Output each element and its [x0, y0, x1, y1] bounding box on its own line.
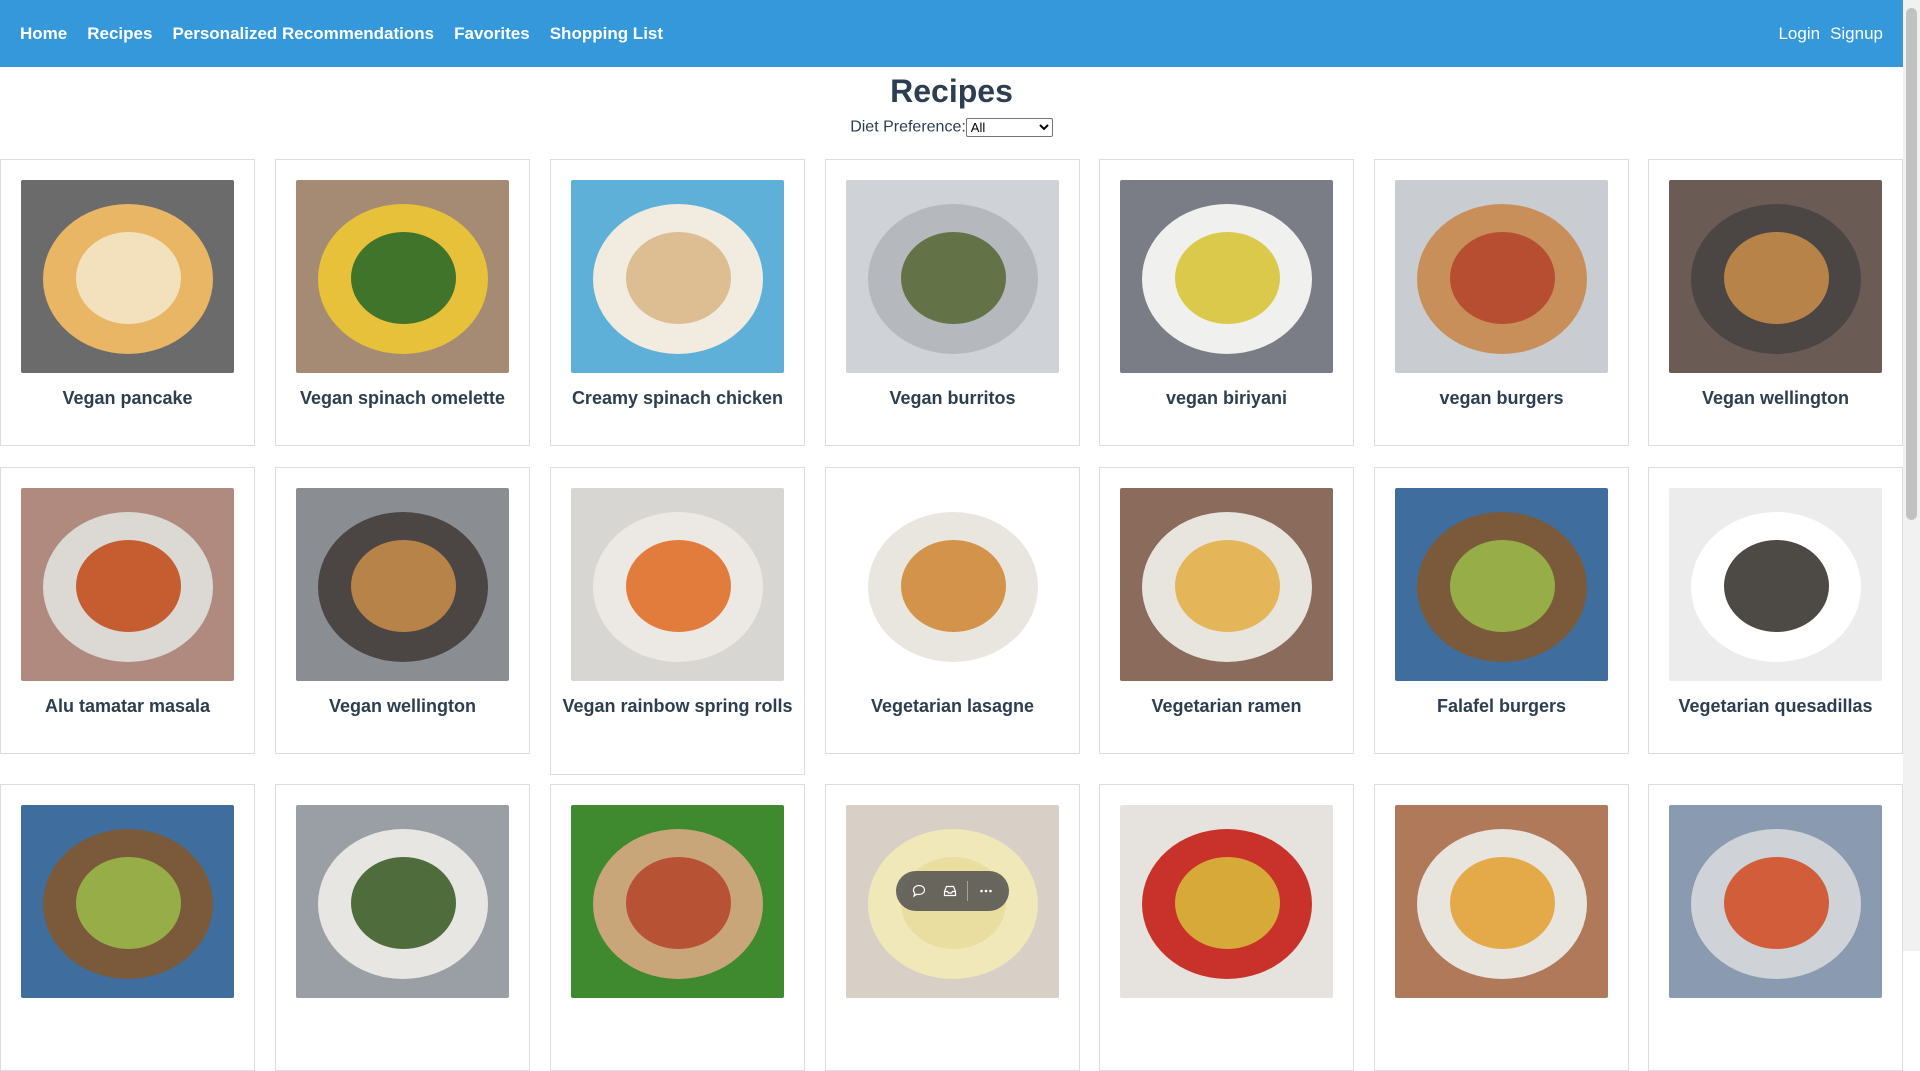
recipe-card[interactable]: [1374, 784, 1629, 1071]
recipe-image: [1395, 805, 1608, 998]
recipe-card[interactable]: Vegetarian lasagne: [825, 467, 1080, 754]
recipe-image-food: [626, 540, 731, 632]
recipe-image-food: [1450, 540, 1555, 632]
recipe-title[interactable]: Vegan wellington: [286, 696, 519, 717]
recipe-image-food: [901, 232, 1006, 324]
nav-favorites-link[interactable]: Favorites: [454, 24, 530, 44]
recipe-card[interactable]: Vegan rainbow spring rolls: [550, 467, 805, 775]
recipe-image-food: [76, 857, 181, 949]
recipe-card[interactable]: Vegan wellington: [275, 467, 530, 754]
recipe-image-food: [1450, 232, 1555, 324]
recipe-card[interactable]: [550, 784, 805, 1071]
scrollbar-thumb[interactable]: [1906, 8, 1917, 520]
nav-shopping-list-link[interactable]: Shopping List: [550, 24, 663, 44]
recipe-title[interactable]: Falafel burgers: [1385, 696, 1618, 717]
recipe-title[interactable]: Vegan spinach omelette: [286, 388, 519, 409]
recipe-card[interactable]: Falafel burgers: [1374, 467, 1629, 754]
recipe-image-food: [351, 540, 456, 632]
recipe-image: [296, 805, 509, 998]
recipe-image: [21, 805, 234, 998]
recipe-image-food: [1175, 857, 1280, 949]
recipe-image-food: [626, 857, 731, 949]
more-icon[interactable]: [973, 878, 999, 904]
recipe-image-food: [901, 540, 1006, 632]
chat-icon[interactable]: [906, 878, 932, 904]
recipe-title[interactable]: Creamy spinach chicken: [561, 388, 794, 409]
recipe-image: [1120, 180, 1333, 373]
recipe-image-food: [626, 232, 731, 324]
recipe-image: [296, 488, 509, 681]
recipe-card[interactable]: [1648, 784, 1903, 1071]
recipe-image: [1669, 805, 1882, 998]
nav-recipes-link[interactable]: Recipes: [87, 24, 152, 44]
recipe-card[interactable]: Vegetarian ramen: [1099, 467, 1354, 754]
recipe-image-food: [1450, 857, 1555, 949]
recipe-image: [1395, 488, 1608, 681]
recipe-card[interactable]: Vegan spinach omelette: [275, 159, 530, 446]
recipe-card[interactable]: Vegan pancake: [0, 159, 255, 446]
diet-preference-row: Diet Preference: All: [0, 118, 1903, 137]
recipe-title[interactable]: Vegan rainbow spring rolls: [561, 696, 794, 717]
recipe-image: [1120, 488, 1333, 681]
recipe-image: [21, 488, 234, 681]
toolbar-divider: [967, 881, 969, 901]
recipe-card[interactable]: Vegan wellington: [1648, 159, 1903, 446]
page-scrollbar[interactable]: [1903, 0, 1920, 951]
recipe-card[interactable]: Alu tamatar masala: [0, 467, 255, 754]
recipe-image-food: [351, 232, 456, 324]
recipe-image: [571, 805, 784, 998]
nav-recommendations-link[interactable]: Personalized Recommendations: [172, 24, 434, 44]
recipe-image-food: [351, 857, 456, 949]
navbar: Home Recipes Personalized Recommendation…: [0, 0, 1903, 67]
recipe-card[interactable]: [275, 784, 530, 1071]
diet-preference-select[interactable]: All: [965, 118, 1053, 137]
recipe-image: [1395, 180, 1608, 373]
recipe-image-food: [1724, 232, 1829, 324]
recipe-image: [1669, 488, 1882, 681]
recipe-card[interactable]: [0, 784, 255, 1071]
recipe-image-food: [1724, 540, 1829, 632]
recipe-title[interactable]: Alu tamatar masala: [11, 696, 244, 717]
recipe-image: [296, 180, 509, 373]
recipe-card[interactable]: [825, 784, 1080, 1071]
nav-home-link[interactable]: Home: [20, 24, 67, 44]
recipe-image-food: [76, 540, 181, 632]
nav-signup-link[interactable]: Signup: [1830, 24, 1883, 44]
inbox-icon[interactable]: [937, 878, 963, 904]
recipe-title[interactable]: Vegan burritos: [836, 388, 1069, 409]
recipe-image: [21, 180, 234, 373]
page-title: Recipes: [890, 73, 1013, 109]
recipe-card[interactable]: Vegan burritos: [825, 159, 1080, 446]
recipe-card[interactable]: [1099, 784, 1354, 1071]
recipe-title[interactable]: vegan biriyani: [1110, 388, 1343, 409]
nav-login-link[interactable]: Login: [1778, 24, 1820, 44]
recipe-card[interactable]: Vegetarian quesadillas: [1648, 467, 1903, 754]
recipe-image: [846, 180, 1059, 373]
recipe-image-food: [1175, 232, 1280, 324]
nav-right: Login Signup: [1768, 24, 1883, 44]
recipe-title[interactable]: Vegetarian quesadillas: [1659, 696, 1892, 717]
recipe-card[interactable]: vegan burgers: [1374, 159, 1629, 446]
recipe-image-food: [1175, 540, 1280, 632]
recipe-image: [571, 488, 784, 681]
recipe-title[interactable]: Vegan pancake: [11, 388, 244, 409]
recipe-title[interactable]: Vegan wellington: [1659, 388, 1892, 409]
recipe-image: [846, 488, 1059, 681]
recipe-image-food: [1724, 857, 1829, 949]
recipe-title[interactable]: Vegetarian lasagne: [836, 696, 1069, 717]
recipe-image: [571, 180, 784, 373]
recipe-title[interactable]: vegan burgers: [1385, 388, 1618, 409]
recipe-image: [1669, 180, 1882, 373]
diet-preference-label: Diet Preference:: [850, 118, 966, 136]
recipe-image: [1120, 805, 1333, 998]
recipe-title[interactable]: Vegetarian ramen: [1110, 696, 1343, 717]
nav-left: Home Recipes Personalized Recommendation…: [20, 24, 683, 44]
recipe-card[interactable]: vegan biriyani: [1099, 159, 1354, 446]
floating-toolbar: [896, 871, 1009, 911]
recipe-card[interactable]: Creamy spinach chicken: [550, 159, 805, 446]
recipe-image-food: [76, 232, 181, 324]
